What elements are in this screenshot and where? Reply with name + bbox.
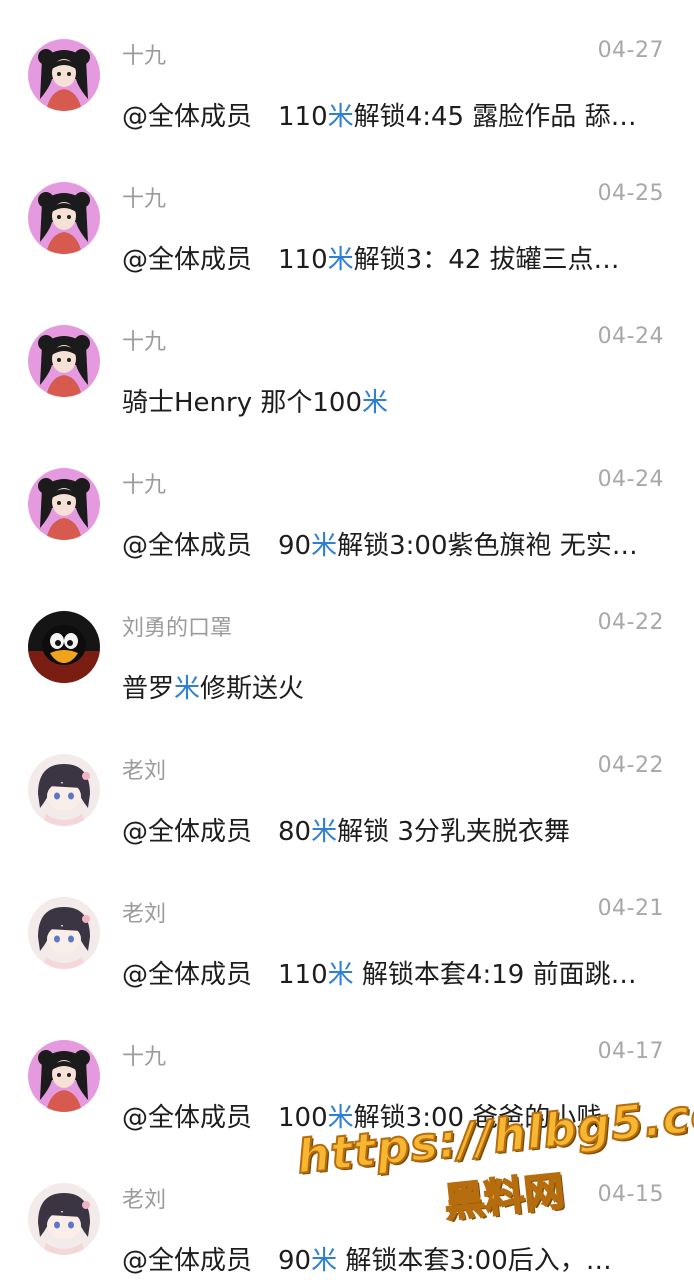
- sender-name: 十九: [122, 187, 167, 212]
- sender-name: 十九: [122, 330, 167, 355]
- message-row[interactable]: 老刘 04-22 @全体成员 80米解锁 3分乳夹脱衣舞: [0, 715, 694, 858]
- message-row[interactable]: 刘勇的口罩 04-22 普罗米修斯送火: [0, 572, 694, 715]
- highlight-keyword[interactable]: 米: [328, 1103, 354, 1133]
- message-row[interactable]: 老刘 04-21 @全体成员 110米 解锁本套4:19 前面跳…: [0, 858, 694, 1001]
- message-date: 04-24: [597, 467, 664, 492]
- message-list: 十九 04-27 @全体成员 110米解锁4:45 露脸作品 舔… 十九 04-25 @全…: [0, 0, 694, 1280]
- message-text: @全体成员 90: [122, 1246, 312, 1276]
- message-preview: @全体成员 80米解锁 3分乳夹脱衣舞: [122, 811, 670, 848]
- message-text: 解锁4:45 露脸作品 舔…: [353, 102, 637, 132]
- message-row[interactable]: 十九 04-27 @全体成员 110米解锁4:45 露脸作品 舔…: [0, 0, 694, 143]
- message-text: 解锁3:00紫色旗袍 无实…: [337, 531, 638, 561]
- message-text: @全体成员 110: [122, 102, 328, 132]
- message-text: 修斯送火: [200, 674, 305, 704]
- message-preview: 骑士Henry 那个100米: [122, 382, 670, 419]
- message-text: @全体成员 90: [122, 531, 312, 561]
- message-preview: @全体成员 110米解锁3：42 拔罐三点…: [122, 239, 670, 276]
- sender-name: 十九: [122, 1045, 167, 1070]
- highlight-keyword[interactable]: 米: [311, 531, 337, 561]
- message-row[interactable]: 十九 04-24 @全体成员 90米解锁3:00紫色旗袍 无实…: [0, 429, 694, 572]
- highlight-keyword[interactable]: 米: [311, 817, 337, 847]
- message-date: 04-22: [597, 610, 664, 635]
- highlight-keyword[interactable]: 米: [174, 674, 200, 704]
- avatar[interactable]: [28, 897, 100, 969]
- highlight-keyword[interactable]: 米: [311, 1246, 337, 1276]
- message-row[interactable]: 十九 04-24 骑士Henry 那个100米: [0, 286, 694, 429]
- message-row[interactable]: 十九 04-17 @全体成员 100米解锁3:00 爸爸的小贱: [0, 1001, 694, 1144]
- message-text: 解锁本套4:19 前面跳…: [353, 960, 637, 990]
- avatar[interactable]: [28, 468, 100, 540]
- avatar[interactable]: [28, 182, 100, 254]
- message-text: 解锁3:00 爸爸的小贱: [353, 1103, 603, 1133]
- message-text: 解锁3：42 拔罐三点…: [353, 245, 620, 275]
- message-date: 04-21: [597, 896, 664, 921]
- message-date: 04-15: [597, 1182, 664, 1207]
- message-text: 普罗: [122, 674, 175, 704]
- message-preview: @全体成员 110米 解锁本套4:19 前面跳…: [122, 954, 670, 991]
- highlight-keyword[interactable]: 米: [328, 960, 354, 990]
- message-preview: 普罗米修斯送火: [122, 668, 670, 705]
- avatar[interactable]: [28, 754, 100, 826]
- sender-name: 刘勇的口罩: [122, 616, 233, 641]
- avatar[interactable]: [28, 39, 100, 111]
- message-preview: @全体成员 90米解锁3:00紫色旗袍 无实…: [122, 525, 670, 562]
- message-text: 解锁 3分乳夹脱衣舞: [337, 817, 570, 847]
- highlight-keyword[interactable]: 米: [362, 388, 388, 418]
- message-date: 04-22: [597, 753, 664, 778]
- message-text: 解锁本套3:00后入，…: [337, 1246, 612, 1276]
- highlight-keyword[interactable]: 米: [328, 102, 354, 132]
- message-date: 04-17: [597, 1039, 664, 1064]
- message-text: 骑士Henry 那个100: [122, 388, 362, 418]
- avatar[interactable]: [28, 325, 100, 397]
- sender-name: 老刘: [122, 759, 167, 784]
- sender-name: 十九: [122, 44, 167, 69]
- highlight-keyword[interactable]: 米: [328, 245, 354, 275]
- sender-name: 老刘: [122, 902, 167, 927]
- message-date: 04-27: [597, 38, 664, 63]
- message-preview: @全体成员 110米解锁4:45 露脸作品 舔…: [122, 96, 670, 133]
- message-text: @全体成员 80: [122, 817, 312, 847]
- sender-name: 十九: [122, 473, 167, 498]
- avatar[interactable]: [28, 611, 100, 683]
- sender-name: 老刘: [122, 1188, 167, 1213]
- message-text: @全体成员 110: [122, 245, 328, 275]
- message-text: @全体成员 110: [122, 960, 328, 990]
- message-row[interactable]: 十九 04-25 @全体成员 110米解锁3：42 拔罐三点…: [0, 143, 694, 286]
- message-date: 04-25: [597, 181, 664, 206]
- message-date: 04-24: [597, 324, 664, 349]
- message-row[interactable]: 老刘 04-15 @全体成员 90米 解锁本套3:00后入，…: [0, 1144, 694, 1287]
- avatar[interactable]: [28, 1040, 100, 1112]
- avatar[interactable]: [28, 1183, 100, 1255]
- message-preview: @全体成员 90米 解锁本套3:00后入，…: [122, 1240, 670, 1277]
- message-text: @全体成员 100: [122, 1103, 328, 1133]
- message-preview: @全体成员 100米解锁3:00 爸爸的小贱: [122, 1097, 670, 1134]
